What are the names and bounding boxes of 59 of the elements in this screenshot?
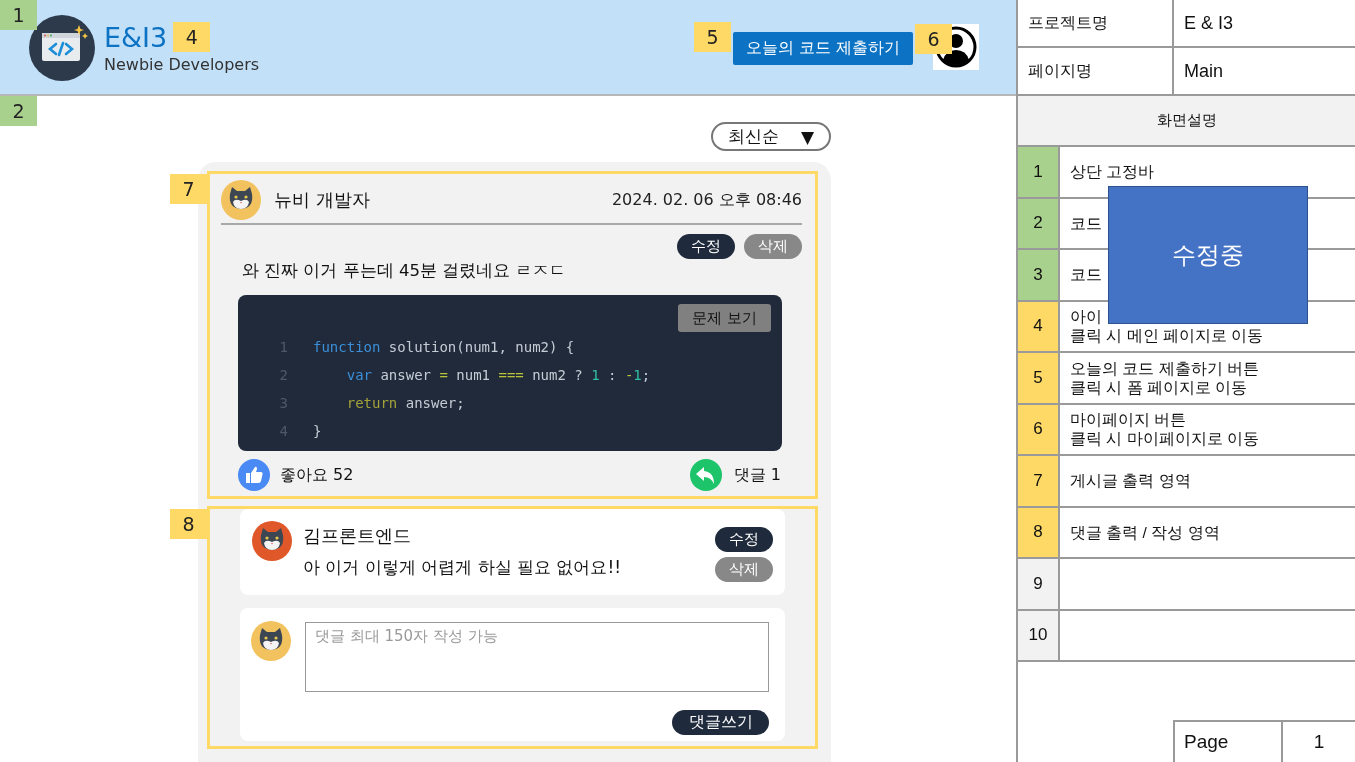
row-number: 2 (1018, 198, 1060, 248)
like-count: 좋아요 52 (280, 464, 354, 486)
row-number: 1 (1018, 147, 1060, 197)
comment-input[interactable]: 댓글 최대 150자 작성 가능 (305, 622, 769, 692)
annotation-badge: 1 (0, 0, 37, 30)
edit-button[interactable]: 수정 (677, 234, 735, 259)
field-label: 프로젝트명 (1018, 0, 1174, 46)
app-title: E&I3 (104, 23, 168, 53)
edit-button[interactable]: 수정 (715, 527, 773, 552)
description-text: 마이페이지 버튼 클릭 시 마이페이지로 이동 (1070, 410, 1259, 449)
comment-count: 댓글 1 (733, 464, 781, 486)
post-author: 뉴비 개발자 (274, 188, 370, 212)
page-number: 1 (1283, 720, 1355, 762)
code-window-logo-icon[interactable] (29, 15, 95, 81)
annotation-badge: 4 (173, 22, 211, 52)
annotation-badge: 2 (0, 96, 37, 126)
description-text: 코드 (1070, 213, 1102, 233)
submit-code-button[interactable]: 오늘의 코드 제출하기 (733, 32, 913, 65)
cat-avatar-icon (252, 521, 292, 561)
delete-button[interactable]: 삭제 (744, 234, 802, 259)
field-value: Main (1183, 59, 1224, 83)
field-value: E & I3 (1183, 11, 1235, 35)
sort-dropdown[interactable]: 최신순 ▼ (711, 122, 831, 151)
thumbs-up-icon[interactable] (238, 459, 270, 491)
app-subtitle: Newbie Developers (104, 55, 260, 74)
row-number: 10 (1018, 610, 1060, 660)
code-line: function solution(num1, num2) { (313, 339, 575, 355)
row-number: 3 (1018, 250, 1060, 300)
code-line: var answer = num1 === num2 ? 1 : -1; (346, 367, 651, 383)
annotation-badge: 7 (170, 174, 207, 204)
cat-avatar-icon (251, 621, 291, 661)
view-problem-button[interactable]: 문제 보기 (678, 304, 771, 332)
page-label: Page (1173, 720, 1283, 762)
description-text: 댓글 출력 / 작성 영역 (1070, 522, 1220, 542)
description-text: 오늘의 코드 제출하기 버튼 클릭 시 폼 페이지로 이동 (1070, 358, 1259, 397)
annotation-badge: 8 (170, 509, 207, 539)
row-number: 8 (1018, 507, 1060, 557)
post-date: 2024. 02. 06 오후 08:46 (611, 189, 802, 211)
field-label: 페이지명 (1018, 48, 1174, 94)
row-number: 5 (1018, 353, 1060, 403)
row-number: 7 (1018, 456, 1060, 506)
post-comment-button[interactable]: 댓글쓰기 (672, 710, 769, 735)
annotation-badge: 6 (915, 24, 952, 54)
description-text: 코드 (1070, 265, 1102, 285)
editing-overlay: 수정중 (1108, 186, 1308, 324)
annotation-badge: 5 (694, 22, 731, 52)
description-text: 상단 고정바 (1070, 162, 1155, 182)
code-line: return answer; (346, 395, 465, 411)
cat-avatar-icon (221, 180, 261, 220)
description-text: 게시글 출력 영역 (1070, 471, 1191, 491)
row-number: 4 (1018, 301, 1060, 351)
row-number: 6 (1018, 404, 1060, 454)
delete-button[interactable]: 삭제 (715, 557, 773, 582)
code-line: } (313, 423, 322, 439)
comment-author: 김프론트엔드 (303, 524, 412, 548)
comment-text: 아 이거 이렇게 어렵게 하실 필요 없어요!! (303, 556, 622, 579)
section-heading: 화면설명 (1018, 96, 1355, 147)
row-number: 9 (1018, 559, 1060, 609)
post-text: 와 진짜 이거 푸는데 45분 걸렸네요 ㄹㅈㄷ (242, 260, 568, 282)
